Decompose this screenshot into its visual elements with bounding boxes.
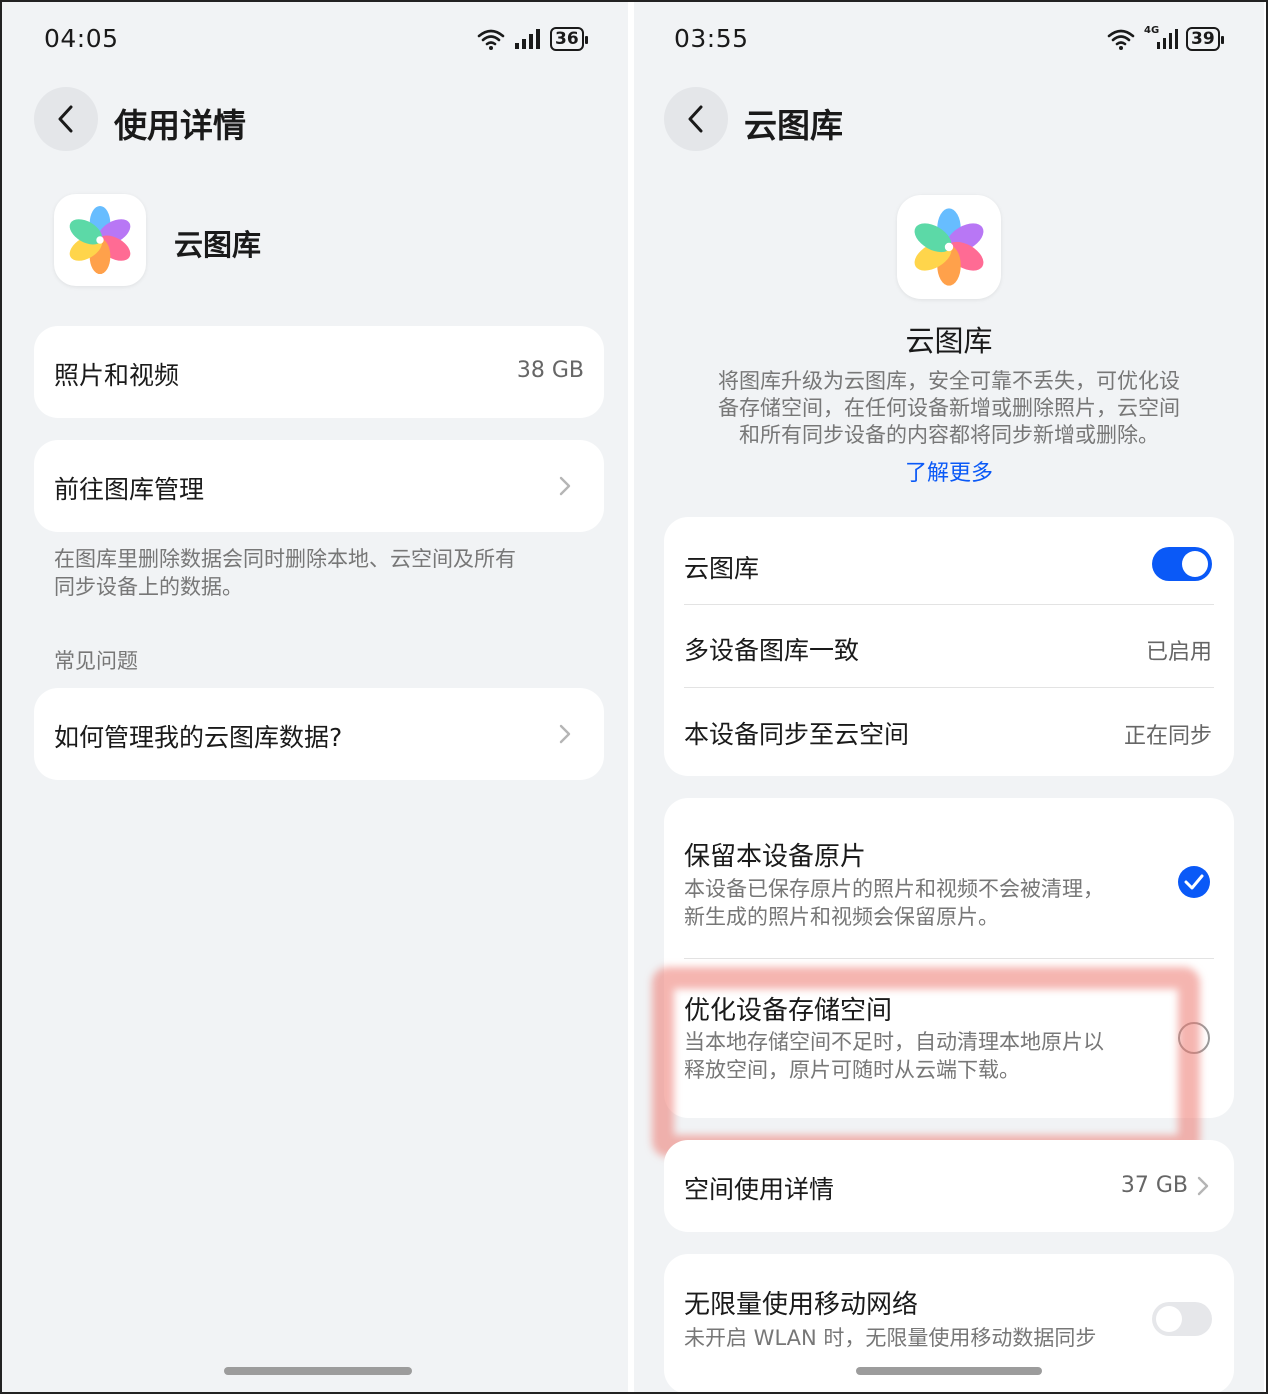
keep-originals-desc-line1: 本设备已保存原片的照片和视频不会被清理， [684,877,1104,901]
space-usage-row[interactable]: 空间使用详情 37 GB [664,1140,1234,1232]
mobile-data-label: 无限量使用移动网络 [684,1290,919,1320]
learn-more-link[interactable]: 了解更多 [634,455,1264,487]
photos-videos-label: 照片和视频 [54,361,180,390]
back-arrow-icon [688,105,703,133]
cellular-4g-indicator: 4G [1144,25,1178,51]
row-divider [684,958,1214,959]
app-description-line3: 和所有同步设备的内容都将同步新增或删除。 [739,423,1159,447]
keep-originals-desc: 本设备已保存原片的照片和视频不会被清理， 新生成的照片和视频会保留原片。 [684,875,1104,931]
status-icons: 36 [476,24,588,54]
chevron-right-icon [559,476,571,496]
signal-icon [1157,29,1178,49]
signal-icon [515,29,540,49]
checkmark-icon [1184,874,1204,890]
row-divider [684,687,1214,688]
device-sync-label[interactable]: 本设备同步至云空间 [684,715,909,751]
delete-note: 在图库里删除数据会同时删除本地、云空间及所有 同步设备上的数据。 [54,545,516,601]
mobile-data-desc: 未开启 WLAN 时，无限量使用移动数据同步 [684,1326,1097,1350]
wifi-icon [1107,29,1135,50]
row-divider [684,604,1214,605]
multi-device-consistency-label[interactable]: 多设备图库一致 [684,631,859,667]
faq-heading: 常见问题 [54,649,138,673]
chevron-right-icon [1197,1176,1209,1196]
home-indicator[interactable] [224,1367,412,1375]
page-title: 云图库 [744,106,843,145]
app-description-line2: 备存储空间，在任何设备新增或删除照片，云空间 [718,396,1180,420]
gallery-manage-row[interactable]: 前往图库管理 [34,440,604,532]
battery-icon: 36 [550,27,588,51]
status-time: 04:05 [44,24,119,53]
gallery-flower-icon [69,205,131,275]
back-button[interactable] [664,87,728,151]
back-button[interactable] [34,87,98,151]
app-icon [54,194,146,286]
back-arrow-icon [58,105,73,133]
gallery-settings-card: 云图库 多设备图库一致 已启用 本设备同步至云空间 正在同步 [664,517,1234,776]
gallery-manage-label: 前往图库管理 [54,475,205,504]
photos-videos-row[interactable]: 照片和视频 38 GB [34,326,604,418]
photos-videos-size: 38 GB [516,358,584,383]
status-icons: 4G 39 [1106,24,1224,54]
home-indicator[interactable] [856,1367,1042,1375]
faq-item-label: 如何管理我的云图库数据? [54,723,343,752]
keep-originals-radio[interactable] [1178,866,1210,898]
chevron-right-icon [559,724,571,744]
app-name: 云图库 [905,324,993,358]
status-time: 03:55 [674,24,749,53]
mobile-data-toggle[interactable] [1152,1302,1212,1336]
gallery-flower-icon [914,208,984,286]
app-icon [897,195,1001,299]
multi-device-consistency-value: 已启用 [1145,640,1212,665]
annotation-highlight-box [652,967,1200,1157]
right-screen: 03:55 4G 39 云图库 云图库 将图库升级为云图库，安全可靠不丢失，可优… [634,2,1264,1392]
app-name: 云图库 [174,228,262,262]
faq-item-row[interactable]: 如何管理我的云图库数据? [34,688,604,780]
left-screen: 04:05 36 使用详情 云图库 照片和视频 38 GB 前往图库管理 在图库… [2,2,628,1392]
cloud-gallery-toggle-label: 云图库 [684,554,760,583]
space-usage-value: 37 GB [1120,1173,1188,1198]
app-description-line1: 将图库升级为云图库，安全可靠不丢失，可优化设 [718,369,1180,393]
keep-originals-title: 保留本设备原片 [684,842,867,872]
keep-originals-desc-line2: 新生成的照片和视频会保留原片。 [684,905,999,929]
delete-note-line2: 同步设备上的数据。 [54,575,243,599]
space-usage-label: 空间使用详情 [684,1175,835,1204]
device-sync-status: 正在同步 [1123,724,1212,749]
app-description: 将图库升级为云图库，安全可靠不丢失，可优化设 备存储空间，在任何设备新增或删除照… [634,368,1264,449]
wifi-icon [477,29,505,50]
page-title: 使用详情 [114,106,246,145]
delete-note-line1: 在图库里删除数据会同时删除本地、云空间及所有 [54,547,516,571]
cloud-gallery-toggle[interactable] [1152,547,1212,581]
battery-icon: 39 [1186,27,1224,51]
